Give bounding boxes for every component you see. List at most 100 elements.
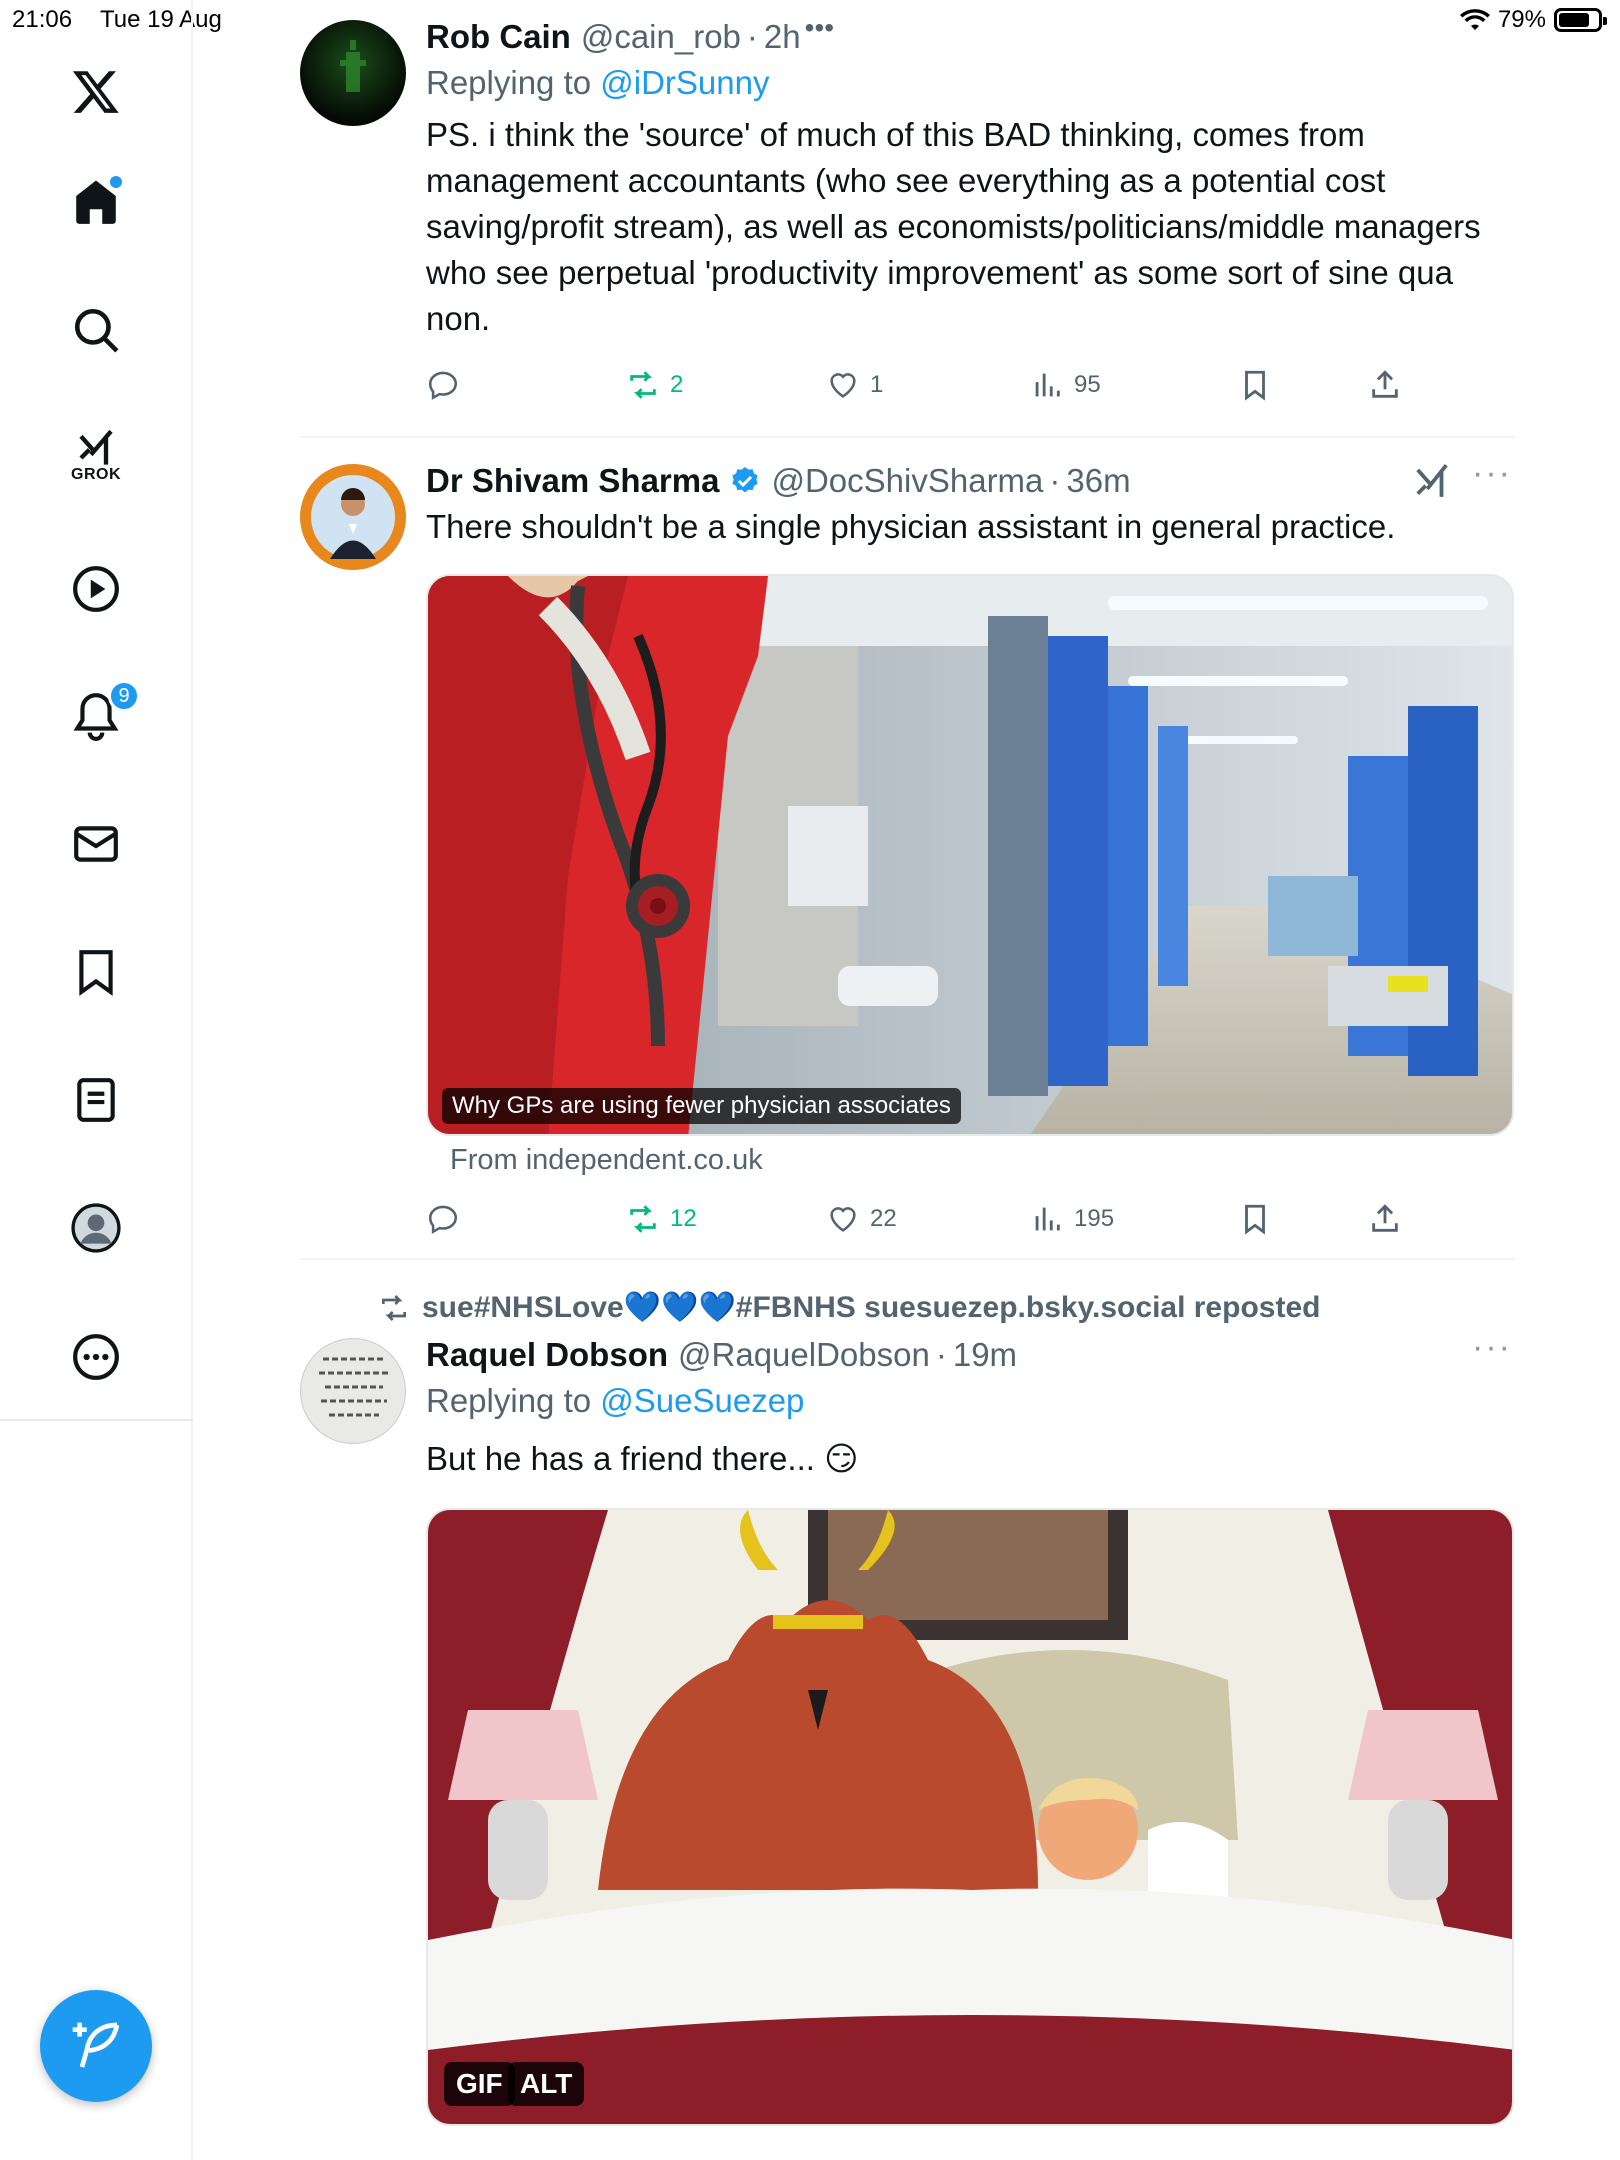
repost-attribution[interactable]: sue#NHSLove💙💙💙#FBNHS suesuezep.bsky.soci… [378, 1290, 1320, 1325]
repost-icon [630, 371, 656, 399]
sidebar-item-notifications[interactable]: 9 [60, 680, 140, 752]
share-button[interactable] [1368, 368, 1402, 402]
notifications-badge: 9 [108, 680, 140, 712]
profile-avatar-icon [71, 1203, 121, 1253]
x-logo-button[interactable] [60, 55, 132, 127]
compose-post-button[interactable] [40, 1990, 152, 2102]
more-options-icon[interactable]: ··· [1472, 454, 1512, 493]
avatar-image [311, 475, 395, 559]
repost-count: 2 [670, 371, 684, 398]
verified-badge-icon [732, 467, 759, 493]
reply-button[interactable] [426, 368, 460, 402]
tweet-text: There shouldn't be a single physician as… [426, 508, 1396, 545]
sidebar: GROK 9 [0, 0, 193, 2160]
tweet-time[interactable]: 36m [1066, 462, 1130, 500]
search-icon [74, 308, 119, 353]
repost-attribution-text: sue#NHSLove💙💙💙#FBNHS suesuezep.bsky.soci… [422, 1291, 1321, 1324]
link-source[interactable]: From independent.co.uk [450, 1144, 763, 1177]
author-name[interactable]: Raquel Dobson [426, 1336, 668, 1374]
more-icon[interactable]: ••• [805, 12, 834, 44]
replying-to-link[interactable]: @SueSuezep [600, 1382, 804, 1419]
views-button[interactable]: 95 [1030, 368, 1101, 402]
tweet-text: PS. i think the 'source' of much of this… [426, 116, 1481, 337]
like-button[interactable]: 1 [826, 368, 883, 402]
x-logo-icon [72, 71, 119, 113]
avatar[interactable] [300, 20, 406, 126]
replying-prefix: Replying to [426, 64, 601, 101]
bookmark-icon [1245, 370, 1265, 401]
reply-button[interactable] [426, 1202, 460, 1236]
sidebar-item-messages[interactable] [60, 808, 132, 880]
sidebar-item-video[interactable] [60, 553, 132, 625]
repost-button[interactable]: 2 [626, 368, 683, 402]
author-handle[interactable]: @cain_rob [581, 18, 741, 56]
more-circle-icon [73, 1334, 119, 1380]
author-handle[interactable]: @RaquelDobson [678, 1336, 930, 1374]
like-button[interactable]: 22 [826, 1202, 897, 1236]
reply-icon [428, 371, 458, 400]
author-name[interactable]: Rob Cain [426, 18, 571, 56]
avatar[interactable] [300, 464, 406, 570]
repost-button[interactable]: 12 [626, 1202, 697, 1236]
play-icon [73, 566, 119, 612]
separator-dot: · [746, 18, 758, 55]
bookmark-button[interactable] [1238, 1202, 1272, 1236]
battery-icon [1554, 8, 1607, 32]
share-button[interactable] [1368, 1202, 1402, 1236]
views-button[interactable]: 195 [1030, 1202, 1114, 1236]
alt-text-button[interactable]: ALT [508, 2062, 585, 2106]
like-count: 1 [870, 371, 884, 398]
tweet[interactable]: Dr Shivam Sharma @DocShivSharma · 36m Th… [300, 454, 1514, 1242]
envelope-icon [74, 826, 118, 862]
sidebar-item-grok[interactable]: GROK [60, 420, 132, 492]
avatar-image [340, 40, 366, 92]
link-card-caption: Why GPs are using fewer physician associ… [442, 1088, 961, 1124]
sidebar-item-explore[interactable] [60, 294, 132, 366]
hospital-ward-image [428, 576, 1512, 1134]
views-chart-icon [1035, 1207, 1060, 1231]
link-card-image[interactable]: Why GPs are using fewer physician associ… [426, 574, 1514, 1136]
reply-icon [428, 1205, 458, 1234]
tweet[interactable]: Rob Cain @cain_rob · 2h ••• Replying to … [300, 12, 1514, 418]
grok-icon [79, 429, 113, 465]
sidebar-item-lists[interactable] [60, 1064, 132, 1136]
tweet-header: Dr Shivam Sharma @DocShivSharma · 36m [426, 462, 1514, 500]
heart-icon [830, 373, 856, 398]
sidebar-item-profile[interactable] [60, 1192, 132, 1264]
like-count: 22 [870, 1205, 897, 1232]
avatar[interactable] [300, 1338, 406, 1444]
tweet-time[interactable]: 2h [764, 18, 801, 56]
replying-to-link[interactable]: @iDrSunny [600, 64, 769, 101]
tweet-divider [300, 1258, 1514, 1260]
views-chart-icon [1035, 373, 1060, 397]
compose-feather-icon [72, 2022, 120, 2068]
sidebar-item-bookmarks[interactable] [60, 936, 132, 1008]
replying-prefix: Replying to [426, 1382, 601, 1419]
repost-count: 12 [670, 1205, 697, 1232]
tweet[interactable]: Raquel Dobson @RaquelDobson · 19m Replyi… [300, 1328, 1514, 2136]
home-unread-dot [110, 176, 122, 188]
tweet-text: But he has a friend there... 😏 [426, 1440, 859, 1477]
tweet-time[interactable]: 19m [953, 1336, 1017, 1374]
views-count: 95 [1074, 371, 1101, 398]
heart-icon [830, 1207, 856, 1232]
grok-label: GROK [71, 466, 121, 483]
tweet-header: Rob Cain @cain_rob · 2h ••• [426, 12, 1514, 56]
tweet-actions: 12 22 195 [426, 1202, 1426, 1242]
sidebar-item-home[interactable] [60, 166, 132, 238]
repost-icon [630, 1205, 656, 1233]
share-icon [1372, 370, 1398, 398]
separator-dot: · [935, 1336, 947, 1373]
author-handle[interactable]: @DocShivSharma [771, 462, 1043, 500]
more-options-icon[interactable]: ··· [1472, 1328, 1512, 1367]
replying-to: Replying to @SueSuezep [426, 1382, 1514, 1420]
cartoon-bedroom-gif [428, 1510, 1512, 2124]
author-name[interactable]: Dr Shivam Sharma [426, 462, 719, 500]
bookmark-button[interactable] [1238, 368, 1272, 402]
gif-media[interactable]: GIF ALT [426, 1508, 1514, 2126]
grok-explain-icon[interactable] [1412, 462, 1452, 500]
bookmark-icon [1245, 1204, 1265, 1235]
bookmark-icon [79, 950, 113, 996]
sidebar-item-more[interactable] [60, 1321, 132, 1393]
repost-icon [382, 1294, 406, 1321]
